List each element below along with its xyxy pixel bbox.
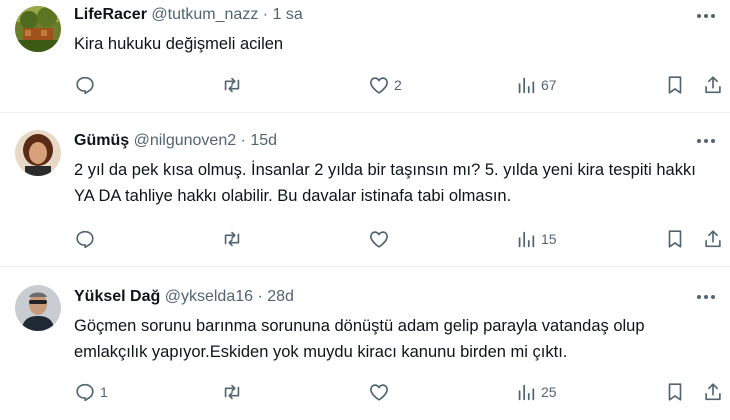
retweet-icon [224,231,240,247]
tweet-time[interactable]: 28d [267,288,294,305]
display-name[interactable]: LifeRacer [74,6,147,23]
heart-icon [370,384,388,401]
retweet-button[interactable] [221,73,247,97]
retweet-icon [224,77,240,93]
more-dots-icon[interactable] [694,287,718,307]
views-button[interactable]: 25 [515,380,557,404]
action-bar: 1 25 [74,380,724,404]
tweet-header: LifeRacer @tutkum_nazz · 1 sa [74,5,303,25]
retweet-button[interactable] [221,380,247,404]
views-button[interactable]: 15 [515,227,557,251]
views-chart-icon [518,77,535,94]
bookmark-button[interactable] [664,380,686,404]
share-button[interactable] [702,380,724,404]
more-dots-icon[interactable] [694,6,718,26]
views-count: 67 [541,77,557,93]
reply-button[interactable]: 1 [74,380,108,404]
heart-icon [370,231,388,248]
avatar[interactable] [15,285,61,331]
reply-icon [76,76,94,95]
tweet-text: 2 yıl da pek kısa olmuş. İnsanlar 2 yıld… [74,161,696,205]
views-button[interactable]: 67 [515,73,557,97]
reply-icon [76,230,94,249]
reply-icon [76,383,94,402]
bookmark-icon [668,230,682,248]
user-handle[interactable]: @tutkum_nazz [151,6,258,23]
more-dots-icon[interactable] [694,131,718,151]
retweet-button[interactable] [221,227,247,251]
separator-dot: · [240,132,246,149]
heart-icon [370,77,388,94]
tweet-3[interactable]: Yüksel Dağ @ykselda16 · 28d Göçmen sorun… [0,267,730,420]
like-button[interactable] [368,380,394,404]
share-icon [705,383,721,401]
user-handle[interactable]: @ykselda16 [165,288,253,305]
share-button[interactable] [702,227,724,251]
share-icon [705,230,721,248]
avatar[interactable] [15,130,61,176]
tweet-2[interactable]: Gümüş @nilgunoven2 · 15d 2 yıl da pek kı… [0,113,730,265]
retweet-icon [224,384,240,400]
like-button[interactable]: 2 [368,73,402,97]
separator-dot: · [257,288,263,305]
like-button[interactable] [368,227,394,251]
tweet-1[interactable]: LifeRacer @tutkum_nazz · 1 sa Kira hukuk… [0,0,730,108]
reply-button[interactable] [74,73,100,97]
bookmark-icon [668,76,682,94]
share-button[interactable] [702,73,724,97]
display-name[interactable]: Gümüş [74,132,129,149]
tweet-time[interactable]: 15d [250,132,277,149]
tweet-header: Yüksel Dağ @ykselda16 · 28d [74,287,294,307]
views-count: 25 [541,384,557,400]
like-count: 2 [394,77,402,93]
reply-button[interactable] [74,227,100,251]
tweet-text: Kira hukuku değişmeli acilen [74,35,284,53]
bookmark-button[interactable] [664,73,686,97]
bookmark-button[interactable] [664,227,686,251]
bookmark-icon [668,383,682,401]
tweet-text: Göçmen sorunu barınma sorununa dönüştü a… [74,317,645,361]
action-bar: 15 [74,227,724,251]
reply-count: 1 [100,384,108,400]
tweet-time[interactable]: 1 sa [273,6,303,23]
avatar[interactable] [15,6,61,52]
views-chart-icon [518,231,535,248]
user-handle[interactable]: @nilgunoven2 [134,132,237,149]
views-count: 15 [541,231,557,247]
tweet-header: Gümüş @nilgunoven2 · 15d [74,131,277,151]
display-name[interactable]: Yüksel Dağ [74,288,160,305]
share-icon [705,76,721,94]
separator-dot: · [262,6,269,23]
action-bar: 2 67 [74,73,724,97]
views-chart-icon [518,384,535,401]
